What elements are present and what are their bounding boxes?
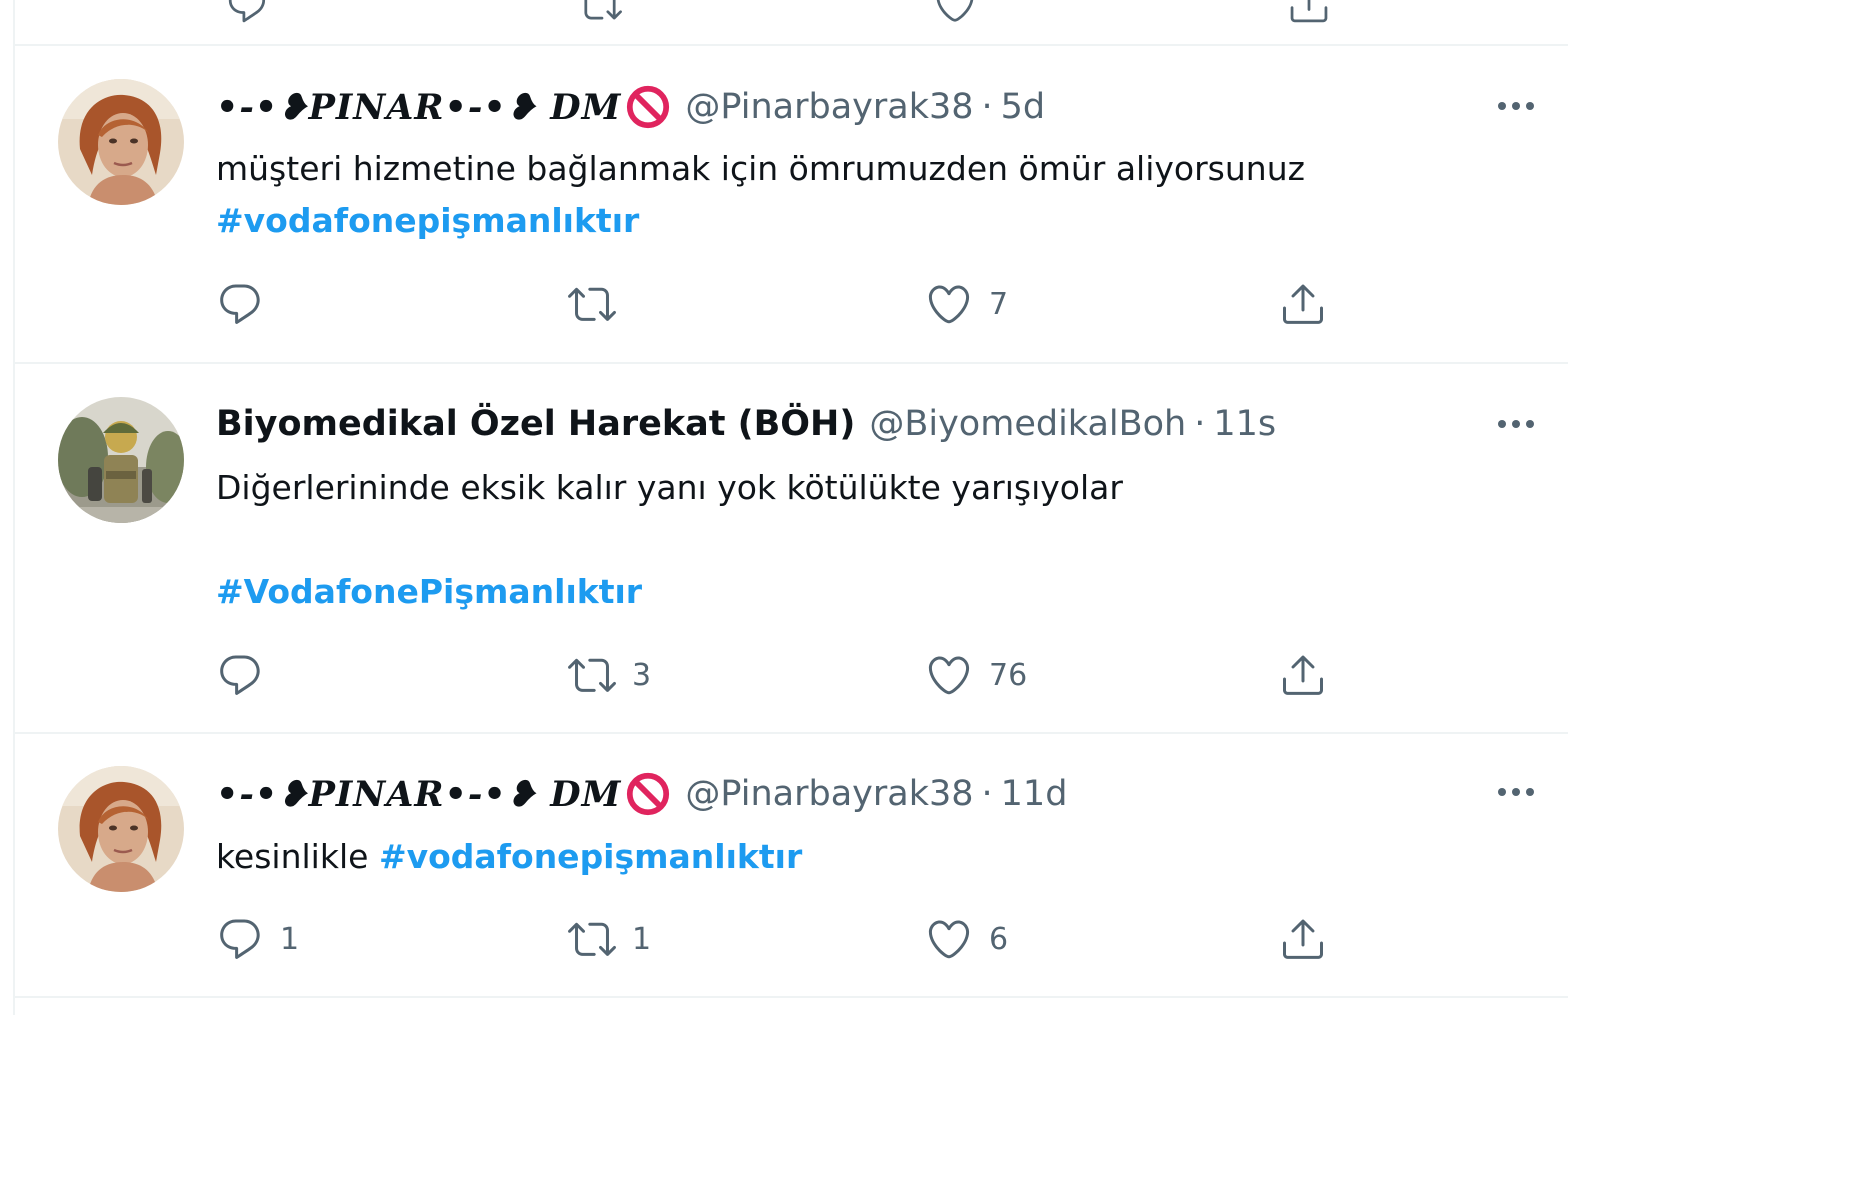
share-icon	[1279, 651, 1327, 699]
tweet-article[interactable]: •-•❥PINAR•-•❥ DM @Pinarbayrak38 · 5d müş…	[15, 46, 1568, 362]
display-name-text: •-•❥PINAR•-•❥ DM	[216, 773, 622, 815]
display-name[interactable]: •-•❥PINAR•-•❥ DM	[216, 84, 671, 130]
like-button[interactable]: 76	[925, 650, 1027, 700]
previous-tweet-actions	[15, 0, 1568, 44]
hashtag-link[interactable]: #vodafonepişmanlıktır	[379, 837, 802, 876]
user-handle[interactable]: @Pinarbayrak38	[685, 774, 973, 814]
display-name[interactable]: •-•❥PINAR•-•❥ DM	[216, 771, 671, 817]
like-icon	[925, 651, 973, 699]
tweet-article[interactable]: •-•❥PINAR•-•❥ DM @Pinarbayrak38 · 11d ke…	[15, 734, 1568, 996]
reply-button[interactable]	[216, 650, 280, 700]
separator-dot: ·	[1194, 404, 1206, 444]
reply-count: 1	[280, 921, 300, 957]
like-button[interactable]: 6	[925, 914, 1008, 964]
tweet-text: Diğerlerininde eksik kalır yanı yok kötü…	[216, 462, 1528, 618]
reply-button[interactable]: 1	[216, 914, 299, 964]
retweet-count: 1	[632, 921, 652, 957]
tweet-article[interactable]: Biyomedikal Özel Harekat (BÖH) @Biyomedi…	[15, 364, 1568, 732]
share-icon	[1279, 915, 1327, 963]
tweet-actions: 1 1 6	[216, 914, 1568, 964]
no-entry-icon	[625, 771, 671, 817]
tweet-text: kesinlikle #vodafonepişmanlıktır	[216, 831, 1528, 883]
separator-dot: ·	[981, 87, 993, 127]
tweet-actions: 3 76	[216, 650, 1568, 700]
more-options-icon[interactable]	[1492, 409, 1540, 439]
share-icon[interactable]	[1287, 0, 1331, 10]
like-count: 7	[989, 286, 1009, 322]
timeline: •-•❥PINAR•-•❥ DM @Pinarbayrak38 · 5d müş…	[0, 0, 1568, 1015]
hashtag-link[interactable]: #VodafonePişmanlıktır	[216, 572, 642, 611]
separator-dot: ·	[981, 774, 993, 814]
tweet-text-line: müşteri hizmetine bağlanmak için ömrumuz…	[216, 149, 1305, 188]
reply-button[interactable]	[216, 279, 280, 329]
share-button[interactable]	[1279, 650, 1327, 700]
user-handle[interactable]: @BiyomedikalBoh	[869, 404, 1186, 444]
like-icon	[925, 915, 973, 963]
tweet-time[interactable]: 5d	[1001, 87, 1046, 127]
tweet-time[interactable]: 11d	[1001, 774, 1068, 814]
like-icon	[925, 280, 973, 328]
share-button[interactable]	[1279, 279, 1327, 329]
tweet-header: Biyomedikal Özel Harekat (BÖH) @Biyomedi…	[216, 400, 1478, 448]
like-button[interactable]: 7	[925, 279, 1008, 329]
retweet-icon	[568, 280, 616, 328]
retweet-icon[interactable]	[578, 0, 622, 10]
avatar[interactable]	[58, 766, 184, 892]
tweet-text: müşteri hizmetine bağlanmak için ömrumuz…	[216, 143, 1528, 247]
tweet-text-line: Diğerlerininde eksik kalır yanı yok kötü…	[216, 468, 1123, 507]
retweet-button[interactable]	[568, 279, 632, 329]
share-button[interactable]	[1279, 914, 1327, 964]
reply-icon	[216, 280, 264, 328]
tweet-header: •-•❥PINAR•-•❥ DM @Pinarbayrak38 · 5d	[216, 83, 1478, 131]
reply-icon	[216, 915, 264, 963]
share-icon	[1279, 280, 1327, 328]
like-count: 76	[989, 657, 1028, 693]
display-name-text: •-•❥PINAR•-•❥ DM	[216, 86, 622, 128]
tweet-actions: 7	[216, 279, 1568, 329]
user-handle[interactable]: @Pinarbayrak38	[685, 87, 973, 127]
avatar[interactable]	[58, 79, 184, 205]
hashtag-link[interactable]: #vodafonepişmanlıktır	[216, 201, 639, 240]
like-icon[interactable]	[933, 0, 977, 10]
tweet-divider	[15, 996, 1568, 998]
reply-icon[interactable]	[225, 0, 269, 10]
retweet-button[interactable]: 1	[568, 914, 651, 964]
avatar[interactable]	[58, 397, 184, 523]
like-count: 6	[989, 921, 1009, 957]
reply-icon	[216, 651, 264, 699]
tweet-time[interactable]: 11s	[1213, 404, 1276, 444]
retweet-button[interactable]: 3	[568, 650, 651, 700]
retweet-icon	[568, 651, 616, 699]
tweet-header: •-•❥PINAR•-•❥ DM @Pinarbayrak38 · 11d	[216, 770, 1478, 818]
more-options-icon[interactable]	[1492, 777, 1540, 807]
display-name[interactable]: Biyomedikal Özel Harekat (BÖH)	[216, 404, 855, 444]
more-options-icon[interactable]	[1492, 91, 1540, 121]
retweet-count: 3	[632, 657, 652, 693]
tweet-text-line: kesinlikle	[216, 837, 369, 876]
no-entry-icon	[625, 84, 671, 130]
retweet-icon	[568, 915, 616, 963]
